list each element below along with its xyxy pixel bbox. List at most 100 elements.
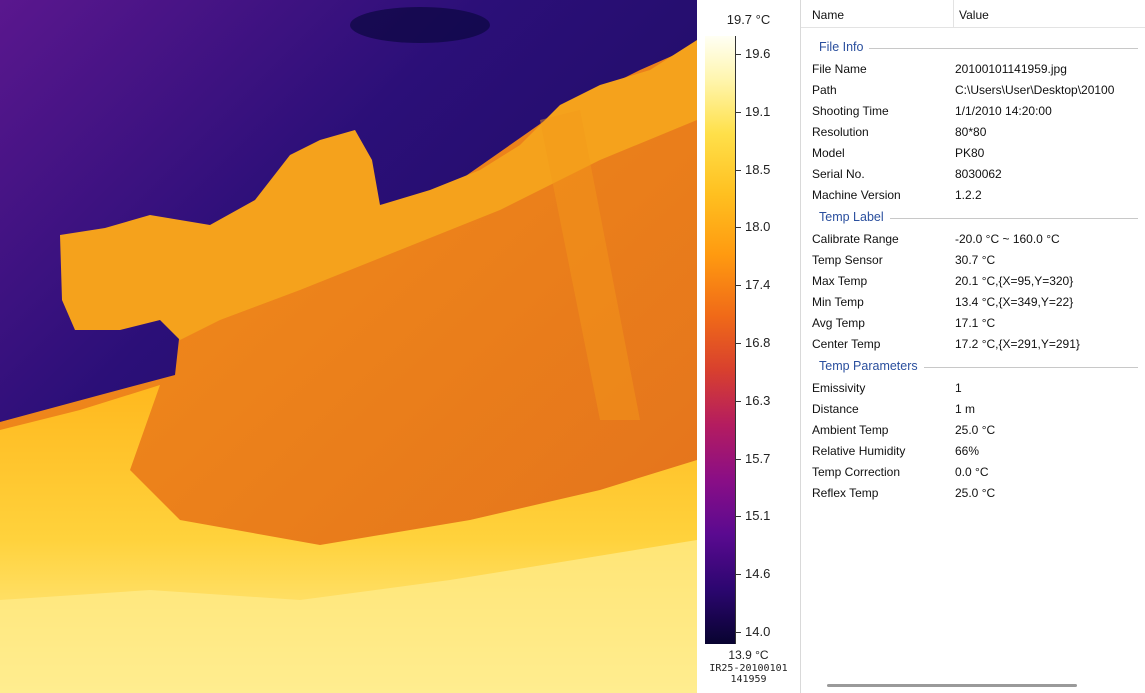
property-value: 0.0 °C bbox=[955, 465, 989, 479]
scale-tick-mark bbox=[735, 227, 741, 229]
property-row[interactable]: Temp Correction 0.0 °C bbox=[801, 462, 1145, 483]
property-name: Distance bbox=[812, 402, 859, 416]
properties-panel: Name Value File Info File Name 20100101141… bbox=[800, 0, 1145, 693]
scale-tick-label: 18.0 bbox=[745, 219, 771, 235]
property-row[interactable]: Temp Sensor 30.7 °C bbox=[801, 250, 1145, 271]
property-name: Relative Humidity bbox=[812, 444, 906, 458]
property-value: 20100101141959.jpg bbox=[955, 62, 1067, 76]
property-name: Model bbox=[812, 146, 845, 160]
property-value: 1.2.2 bbox=[955, 188, 982, 202]
property-row[interactable]: Resolution 80*80 bbox=[801, 122, 1145, 143]
properties-list: File Info File Name 20100101141959.jpg Path… bbox=[801, 36, 1145, 504]
property-row[interactable]: Serial No. 8030062 bbox=[801, 164, 1145, 185]
property-name: Serial No. bbox=[812, 167, 865, 181]
property-row[interactable]: Shooting Time 1/1/2010 14:20:00 bbox=[801, 101, 1145, 122]
property-value: 13.4 °C,{X=349,Y=22} bbox=[955, 295, 1074, 309]
scale-tick-label: 19.1 bbox=[745, 103, 771, 119]
property-name: Shooting Time bbox=[812, 104, 889, 118]
property-row[interactable]: Avg Temp 17.1 °C bbox=[801, 313, 1145, 334]
column-header-name[interactable]: Name bbox=[812, 8, 844, 22]
property-name: Resolution bbox=[812, 125, 869, 139]
property-name: File Name bbox=[812, 62, 867, 76]
property-value: -20.0 °C ~ 160.0 °C bbox=[955, 232, 1060, 246]
property-row[interactable]: Center Temp 17.2 °C,{X=291,Y=291} bbox=[801, 334, 1145, 355]
group-header[interactable]: Temp Parameters bbox=[801, 355, 1145, 378]
scale-tick-mark bbox=[735, 285, 741, 287]
scale-tick-mark bbox=[735, 54, 741, 55]
group-title: Temp Label bbox=[819, 210, 890, 224]
scale-tick-mark bbox=[735, 343, 741, 344]
scale-gradient-bar bbox=[705, 36, 735, 644]
property-row[interactable]: Distance 1 m bbox=[801, 399, 1145, 420]
scale-tick-label: 16.8 bbox=[745, 335, 771, 350]
property-value: 17.1 °C bbox=[955, 316, 996, 330]
property-row[interactable]: Emissivity 1 bbox=[801, 378, 1145, 399]
property-value: 25.0 °C bbox=[955, 423, 996, 437]
property-row[interactable]: Machine Version 1.2.2 bbox=[801, 185, 1145, 206]
scale-tick-mark bbox=[735, 111, 741, 113]
file-caption-line1: IR25-20100101 bbox=[709, 663, 788, 674]
property-row[interactable]: File Name 20100101141959.jpg bbox=[801, 59, 1145, 80]
column-divider[interactable] bbox=[953, 0, 954, 28]
scale-tick-mark bbox=[735, 632, 741, 633]
property-value: 66% bbox=[955, 444, 980, 458]
property-value: C:\Users\User\Desktop\20100 bbox=[955, 83, 1115, 97]
property-value: PK80 bbox=[955, 146, 985, 160]
property-value: 8030062 bbox=[955, 167, 1002, 181]
property-name: Ambient Temp bbox=[812, 423, 889, 437]
property-row[interactable]: Model PK80 bbox=[801, 143, 1145, 164]
scale-tick-mark bbox=[735, 169, 741, 171]
property-value: 1 m bbox=[955, 402, 976, 416]
property-row[interactable]: Relative Humidity 66% bbox=[801, 441, 1145, 462]
property-row[interactable]: Ambient Temp 25.0 °C bbox=[801, 420, 1145, 441]
scale-tick-label: 16.3 bbox=[745, 392, 771, 408]
property-value: 25.0 °C bbox=[955, 486, 996, 500]
scale-tick-mark bbox=[735, 574, 741, 576]
group-title: Temp Parameters bbox=[819, 359, 924, 373]
scale-tick-mark bbox=[735, 400, 741, 402]
property-name: Emissivity bbox=[812, 381, 866, 395]
file-caption: IR25-20100101 141959 bbox=[697, 663, 800, 685]
property-row[interactable]: Calibrate Range -20.0 °C ~ 160.0 °C bbox=[801, 229, 1145, 250]
group-header[interactable]: File Info bbox=[801, 36, 1145, 59]
property-value: 17.2 °C,{X=291,Y=291} bbox=[955, 337, 1080, 351]
property-name: Path bbox=[812, 83, 837, 97]
property-value: 20.1 °C,{X=95,Y=320} bbox=[955, 274, 1074, 288]
property-row[interactable]: Min Temp 13.4 °C,{X=349,Y=22} bbox=[801, 292, 1145, 313]
property-name: Temp Sensor bbox=[812, 253, 883, 267]
scale-tick-label: 15.1 bbox=[745, 508, 771, 524]
property-row[interactable]: Max Temp 20.1 °C,{X=95,Y=320} bbox=[801, 271, 1145, 292]
property-row[interactable]: Reflex Temp 25.0 °C bbox=[801, 483, 1145, 504]
thermal-image-graphic bbox=[0, 0, 697, 693]
group-header[interactable]: Temp Label bbox=[801, 206, 1145, 229]
properties-header: Name Value bbox=[801, 0, 1145, 28]
thermal-image[interactable] bbox=[0, 0, 697, 693]
property-value: 1/1/2010 14:20:00 bbox=[955, 104, 1052, 118]
property-name: Reflex Temp bbox=[812, 486, 879, 500]
horizontal-scrollbar[interactable] bbox=[827, 684, 1077, 687]
scale-tick-mark bbox=[735, 516, 741, 518]
file-caption-line2: 141959 bbox=[730, 674, 767, 685]
group-title: File Info bbox=[819, 40, 870, 54]
scale-tick-label: 17.4 bbox=[745, 277, 771, 293]
scale-max-label: 19.7 °C bbox=[726, 12, 771, 27]
property-name: Calibrate Range bbox=[812, 232, 899, 246]
scale-min-label: 13.9 °C bbox=[728, 648, 769, 662]
property-name: Max Temp bbox=[812, 274, 868, 288]
property-value: 30.7 °C bbox=[955, 253, 996, 267]
scale-tick-label: 19.6 bbox=[745, 46, 771, 61]
scale-tick-label: 15.7 bbox=[745, 450, 771, 466]
scale-tick-label: 18.5 bbox=[745, 161, 771, 177]
scale-tick-label: 14.0 bbox=[745, 624, 771, 639]
property-value: 80*80 bbox=[955, 125, 987, 139]
column-header-value[interactable]: Value bbox=[959, 8, 989, 22]
color-scale: 19.7 °C 19.6 19.1 18.5 18.0 17.4 16.8 16.3 15.7… bbox=[697, 0, 800, 693]
scale-axis-line bbox=[735, 36, 736, 644]
property-value: 1 bbox=[955, 381, 962, 395]
property-name: Machine Version bbox=[812, 188, 901, 202]
property-name: Min Temp bbox=[812, 295, 864, 309]
scale-tick-mark bbox=[735, 458, 741, 460]
property-name: Center Temp bbox=[812, 337, 881, 351]
property-row[interactable]: Path C:\Users\User\Desktop\20100 bbox=[801, 80, 1145, 101]
scale-tick-label: 14.6 bbox=[745, 566, 771, 582]
